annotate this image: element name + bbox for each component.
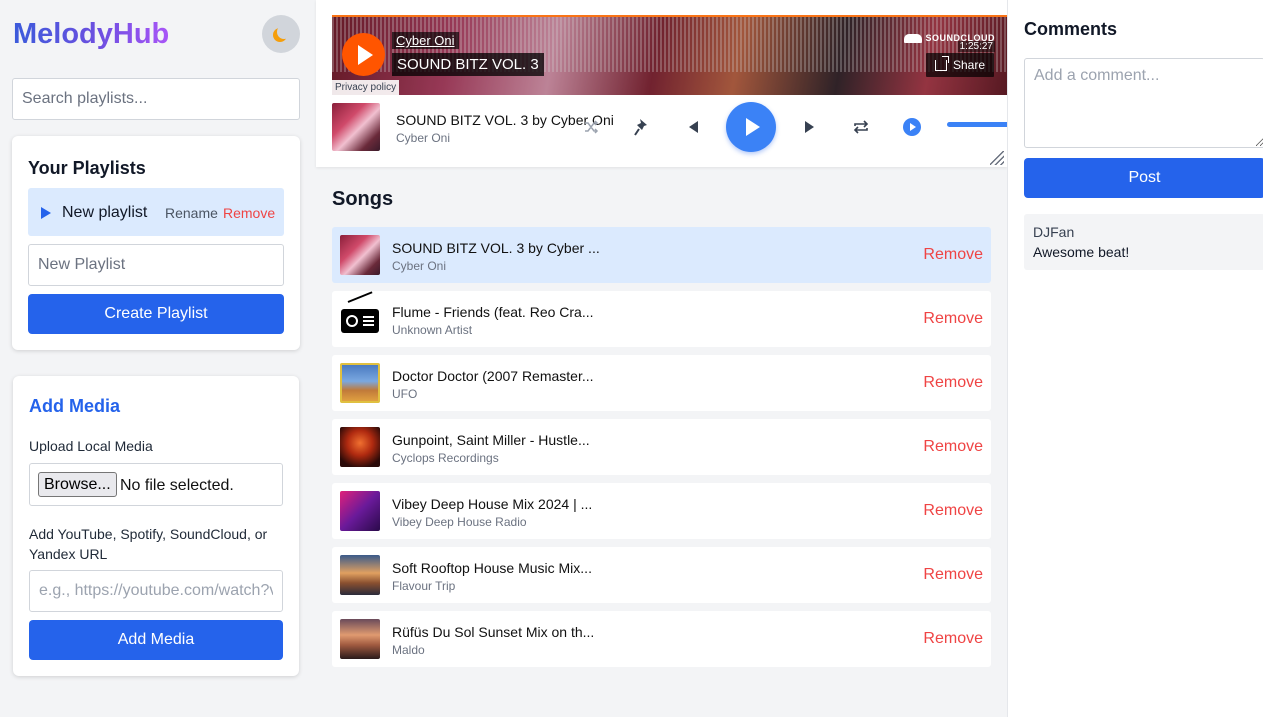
comment-item: DJFan Awesome beat!	[1024, 214, 1263, 270]
remove-song-button[interactable]: Remove	[923, 310, 983, 328]
now-playing-artwork	[332, 103, 380, 151]
volume-slider[interactable]	[947, 122, 1007, 127]
sidebar: MelodyHub Your Playlists New playlist Re…	[0, 0, 316, 717]
play-button[interactable]	[726, 102, 776, 152]
search-input[interactable]	[12, 78, 300, 120]
previous-button[interactable]	[681, 115, 705, 139]
browse-button[interactable]: Browse...	[38, 472, 117, 497]
resize-handle[interactable]	[990, 151, 1004, 165]
song-title: Vibey Deep House Mix 2024 | ...	[392, 496, 593, 512]
post-comment-button[interactable]: Post	[1024, 158, 1263, 198]
song-artist: Vibey Deep House Radio	[392, 515, 527, 529]
song-title: Doctor Doctor (2007 Remaster...	[392, 368, 594, 384]
remove-song-button[interactable]: Remove	[923, 374, 983, 392]
remove-song-button[interactable]: Remove	[923, 566, 983, 584]
song-title: Rüfüs Du Sol Sunset Mix on th...	[392, 624, 595, 640]
share-button[interactable]: Share	[925, 53, 994, 77]
pin-icon	[634, 119, 647, 136]
volume-icon	[910, 123, 916, 131]
song-row[interactable]: Gunpoint, Saint Miller - Hustle... Cyclo…	[332, 419, 991, 475]
song-artist: Maldo	[392, 643, 425, 657]
song-artist: Flavour Trip	[392, 579, 456, 593]
player-panel: Cyber Oni SOUND BITZ VOL. 3 SOUNDCLOUD 1…	[316, 0, 1007, 167]
add-media-button[interactable]: Add Media	[29, 620, 283, 660]
previous-icon	[688, 121, 698, 133]
embed-duration: 1:25:27	[957, 41, 995, 52]
song-thumbnail	[340, 427, 380, 467]
shuffle-button[interactable]	[579, 115, 603, 139]
remove-song-button[interactable]: Remove	[923, 438, 983, 456]
new-playlist-input[interactable]	[28, 244, 284, 286]
embed-artist-link[interactable]: Cyber Oni	[392, 32, 459, 49]
soundcloud-embed[interactable]: Cyber Oni SOUND BITZ VOL. 3 SOUNDCLOUD 1…	[332, 15, 1007, 95]
radio-icon	[340, 291, 380, 339]
app-logo: MelodyHub	[13, 18, 170, 50]
song-row[interactable]: SOUND BITZ VOL. 3 by Cyber ... Cyber Oni…	[332, 227, 991, 283]
song-title: Soft Rooftop House Music Mix...	[392, 560, 592, 576]
repeat-icon	[853, 120, 869, 134]
song-thumbnail	[340, 363, 380, 403]
comment-text: Awesome beat!	[1033, 244, 1130, 260]
song-artist: Cyclops Recordings	[392, 451, 499, 465]
next-icon	[804, 121, 814, 133]
song-artist: Cyber Oni	[392, 259, 447, 273]
remove-song-button[interactable]: Remove	[923, 502, 983, 520]
now-playing-artist: Cyber Oni	[396, 131, 451, 145]
song-list: SOUND BITZ VOL. 3 by Cyber ... Cyber Oni…	[332, 227, 991, 675]
pin-button[interactable]	[631, 115, 655, 139]
add-media-heading: Add Media	[29, 396, 121, 416]
song-title: SOUND BITZ VOL. 3 by Cyber ...	[392, 240, 600, 256]
comment-author: DJFan	[1033, 224, 1075, 240]
comment-input[interactable]	[1024, 58, 1263, 148]
play-icon[interactable]	[41, 207, 51, 219]
song-row[interactable]: Doctor Doctor (2007 Remaster... UFO Remo…	[332, 355, 991, 411]
next-button[interactable]	[797, 115, 821, 139]
media-url-input[interactable]	[29, 570, 283, 612]
upload-label: Upload Local Media	[29, 438, 153, 454]
file-status: No file selected.	[120, 477, 234, 494]
remove-song-button[interactable]: Remove	[923, 246, 983, 264]
song-thumbnail	[340, 235, 380, 275]
play-icon	[746, 118, 760, 136]
volume-button[interactable]	[903, 118, 921, 136]
theme-toggle-button[interactable]	[262, 15, 300, 53]
song-row[interactable]: Vibey Deep House Mix 2024 | ... Vibey De…	[332, 483, 991, 539]
song-row[interactable]: Flume - Friends (feat. Reo Cra... Unknow…	[332, 291, 991, 347]
rename-playlist-button[interactable]: Rename	[165, 205, 218, 221]
song-thumbnail	[340, 619, 380, 659]
remove-song-button[interactable]: Remove	[923, 630, 983, 648]
song-title: Flume - Friends (feat. Reo Cra...	[392, 304, 594, 320]
share-icon	[934, 55, 949, 71]
song-row[interactable]: Rüfüs Du Sol Sunset Mix on th... Maldo R…	[332, 611, 991, 667]
song-thumbnail	[340, 491, 380, 531]
file-input[interactable]: Browse... No file selected.	[29, 463, 283, 506]
moon-icon	[277, 25, 291, 39]
song-artist: UFO	[392, 387, 418, 401]
comments-heading: Comments	[1024, 19, 1118, 39]
url-label: Add YouTube, Spotify, SoundCloud, or Yan…	[29, 526, 268, 562]
song-artist: Unknown Artist	[392, 323, 473, 337]
embed-track-title[interactable]: SOUND BITZ VOL. 3	[392, 53, 544, 76]
add-media-card: Add Media Upload Local Media Browse... N…	[13, 376, 299, 676]
privacy-policy-link[interactable]: Privacy policy	[332, 80, 400, 95]
songs-heading: Songs	[332, 188, 394, 210]
remove-playlist-button[interactable]: Remove	[223, 205, 275, 221]
playlists-card: Your Playlists New playlist Rename Remov…	[12, 136, 300, 350]
playlist-item[interactable]: New playlist Rename Remove	[28, 188, 284, 236]
playlists-heading: Your Playlists	[28, 158, 146, 178]
song-thumbnail	[340, 555, 380, 595]
song-row[interactable]: Soft Rooftop House Music Mix... Flavour …	[332, 547, 991, 603]
cloud-icon	[903, 34, 922, 44]
create-playlist-button[interactable]: Create Playlist	[28, 294, 284, 334]
shuffle-icon	[585, 120, 599, 134]
play-icon	[358, 44, 373, 65]
song-title: Gunpoint, Saint Miller - Hustle...	[392, 432, 590, 448]
repeat-button[interactable]	[849, 115, 873, 139]
embed-play-button[interactable]	[342, 33, 385, 76]
comments-panel: Comments Post DJFan Awesome beat!	[1007, 0, 1263, 717]
playlist-name[interactable]: New playlist	[62, 204, 147, 222]
